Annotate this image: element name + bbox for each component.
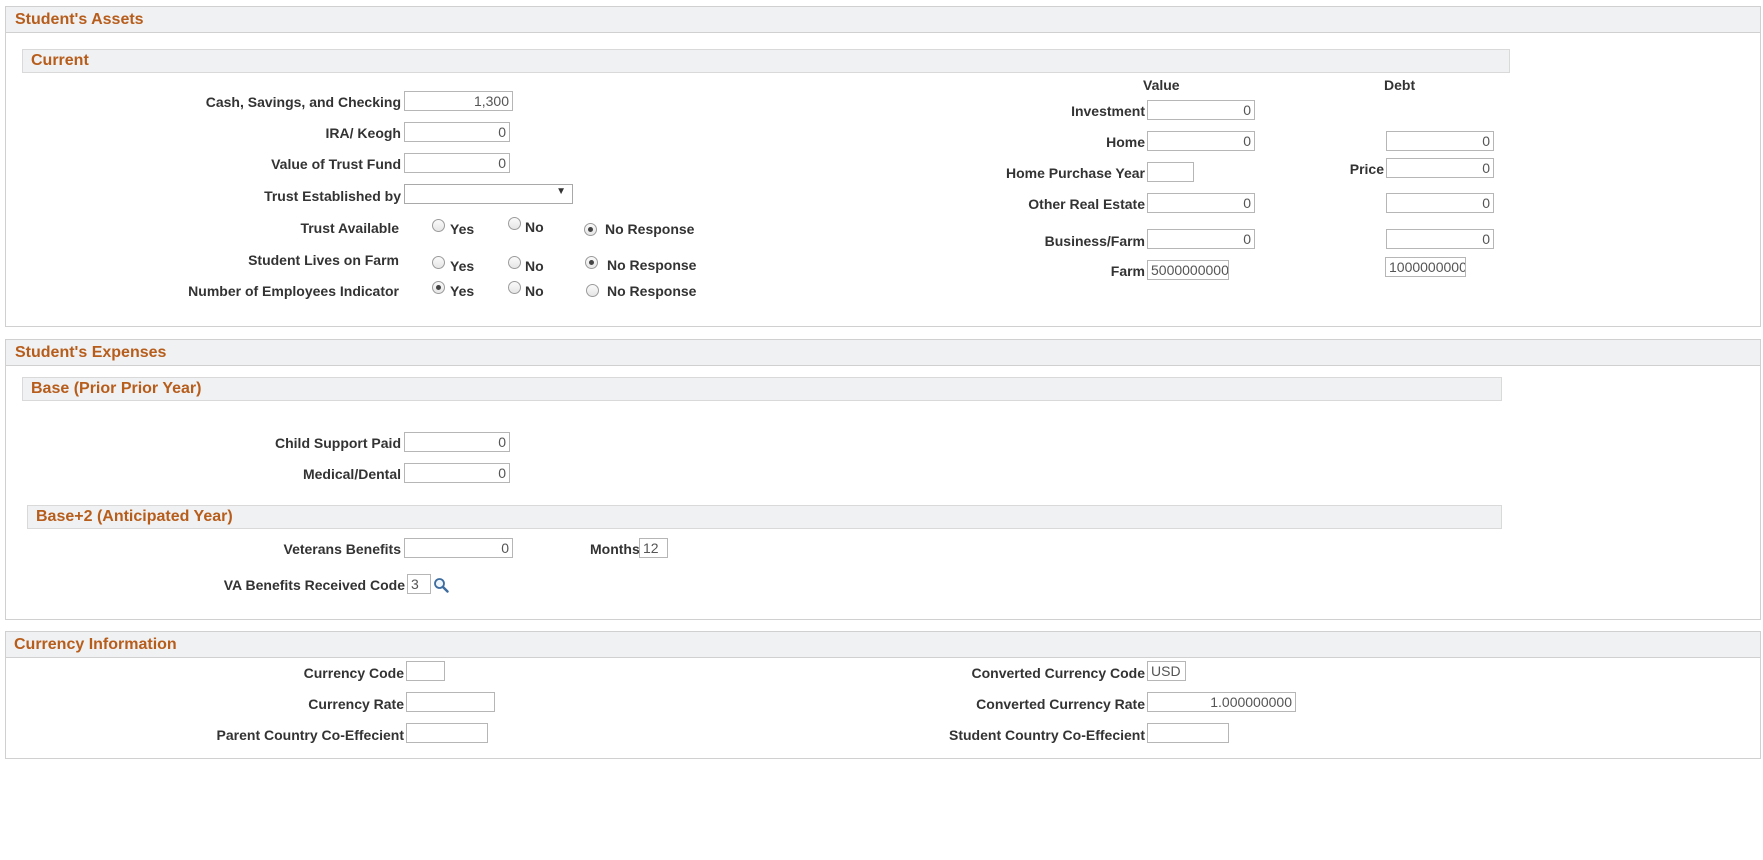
base-subheader: Base (Prior Prior Year) xyxy=(22,377,1502,401)
section-title: Currency Information xyxy=(14,636,177,653)
price-input[interactable]: 0 xyxy=(1386,158,1494,178)
section-title: Student's Expenses xyxy=(15,344,167,361)
converted-rate-label: Converted Currency Rate xyxy=(976,696,1145,712)
currency-rate-label: Currency Rate xyxy=(308,696,404,712)
cash-input[interactable]: 1,300 xyxy=(404,91,513,111)
employees-indicator-label: Number of Employees Indicator xyxy=(188,283,399,299)
trust-fund-label: Value of Trust Fund xyxy=(271,156,401,172)
lives-on-farm-noresponse-label: No Response xyxy=(607,257,697,273)
employees-indicator-noresponse-label: No Response xyxy=(607,283,697,299)
employees-indicator-no-label: No xyxy=(525,283,544,299)
parent-coeff-label: Parent Country Co-Effecient xyxy=(216,727,404,743)
lives-on-farm-yes-radio[interactable] xyxy=(432,256,445,269)
trust-available-yes-label: Yes xyxy=(450,221,475,237)
section-header: Student's Assets xyxy=(6,7,1760,33)
lives-on-farm-label: Student Lives on Farm xyxy=(248,252,399,268)
subheader-title: Current xyxy=(31,52,89,69)
home-label: Home xyxy=(1106,134,1145,150)
home-purchase-year-label: Home Purchase Year xyxy=(1005,165,1145,181)
trust-available-noresponse-label: No Response xyxy=(605,221,695,237)
other-real-estate-label: Other Real Estate xyxy=(1028,196,1145,212)
search-icon[interactable] xyxy=(433,577,449,593)
investment-input[interactable]: 0 xyxy=(1147,100,1255,120)
farm-value-input[interactable]: 5000000000 xyxy=(1147,260,1229,280)
child-support-label: Child Support Paid xyxy=(275,435,401,451)
employees-indicator-yes-radio[interactable] xyxy=(432,281,445,294)
lives-on-farm-yes-label: Yes xyxy=(450,258,475,274)
farm-label: Farm xyxy=(1110,263,1145,279)
student-coeff-label: Student Country Co-Effecient xyxy=(949,727,1145,743)
student-coeff-input[interactable] xyxy=(1147,723,1229,743)
employees-indicator-no-radio[interactable] xyxy=(508,281,521,294)
converted-code-label: Converted Currency Code xyxy=(971,665,1145,681)
section-title: Student's Assets xyxy=(15,11,144,28)
section-header: Student's Expenses xyxy=(6,340,1760,366)
home-debt-input[interactable]: 0 xyxy=(1386,131,1494,151)
medical-input[interactable]: 0 xyxy=(404,463,510,483)
trust-established-select[interactable]: ▼ xyxy=(404,184,573,204)
dropdown-arrow-icon: ▼ xyxy=(556,186,566,197)
child-support-input[interactable]: 0 xyxy=(404,432,510,452)
debt-column-header: Debt xyxy=(1384,77,1416,93)
ira-label: IRA/ Keogh xyxy=(325,125,401,141)
price-label: Price xyxy=(1349,161,1384,177)
cash-label: Cash, Savings, and Checking xyxy=(205,94,401,110)
currency-code-label: Currency Code xyxy=(303,665,404,681)
months-input[interactable]: 12 xyxy=(639,538,668,558)
investment-label: Investment xyxy=(1071,103,1145,119)
currency-rate-input[interactable] xyxy=(406,692,495,712)
trust-available-no-label: No xyxy=(525,219,544,235)
trust-available-yes-radio[interactable] xyxy=(432,219,445,232)
lives-on-farm-no-label: No xyxy=(525,258,544,274)
business-farm-value-input[interactable]: 0 xyxy=(1147,229,1255,249)
converted-rate-input[interactable]: 1.000000000 xyxy=(1147,692,1296,712)
medical-label: Medical/Dental xyxy=(302,466,401,482)
veterans-input[interactable]: 0 xyxy=(404,538,513,558)
other-real-estate-value-input[interactable]: 0 xyxy=(1147,193,1255,213)
business-farm-debt-input[interactable]: 0 xyxy=(1386,229,1494,249)
currency-code-input[interactable] xyxy=(406,661,445,681)
current-subheader: Current xyxy=(22,49,1510,73)
lives-on-farm-no-radio[interactable] xyxy=(508,256,521,269)
section-header: Currency Information xyxy=(6,632,1760,658)
other-real-estate-debt-input[interactable]: 0 xyxy=(1386,193,1494,213)
lives-on-farm-noresponse-radio[interactable] xyxy=(585,256,598,269)
base2-subheader: Base+2 (Anticipated Year) xyxy=(27,505,1502,529)
business-farm-label: Business/Farm xyxy=(1044,233,1145,249)
months-label: Months xyxy=(590,541,640,557)
employees-indicator-noresponse-radio[interactable] xyxy=(586,284,599,297)
employees-indicator-yes-label: Yes xyxy=(450,283,475,299)
value-column-header: Value xyxy=(1143,77,1180,93)
parent-coeff-input[interactable] xyxy=(406,723,488,743)
trust-available-noresponse-radio[interactable] xyxy=(584,223,597,236)
trust-available-label: Trust Available xyxy=(300,220,399,236)
home-purchase-year-input[interactable] xyxy=(1147,162,1194,182)
trust-fund-input[interactable]: 0 xyxy=(404,153,510,173)
trust-available-no-radio[interactable] xyxy=(508,217,521,230)
subheader-title: Base+2 (Anticipated Year) xyxy=(36,508,233,525)
va-code-label: VA Benefits Received Code xyxy=(223,577,405,593)
home-value-input[interactable]: 0 xyxy=(1147,131,1255,151)
trust-established-label: Trust Established by xyxy=(264,188,401,204)
va-code-input[interactable]: 3 xyxy=(407,574,431,594)
farm-debt-input[interactable]: 1000000000 xyxy=(1385,257,1466,277)
subheader-title: Base (Prior Prior Year) xyxy=(31,380,202,397)
converted-code-input[interactable]: USD xyxy=(1147,661,1186,681)
veterans-label: Veterans Benefits xyxy=(283,541,402,557)
ira-input[interactable]: 0 xyxy=(404,122,510,142)
